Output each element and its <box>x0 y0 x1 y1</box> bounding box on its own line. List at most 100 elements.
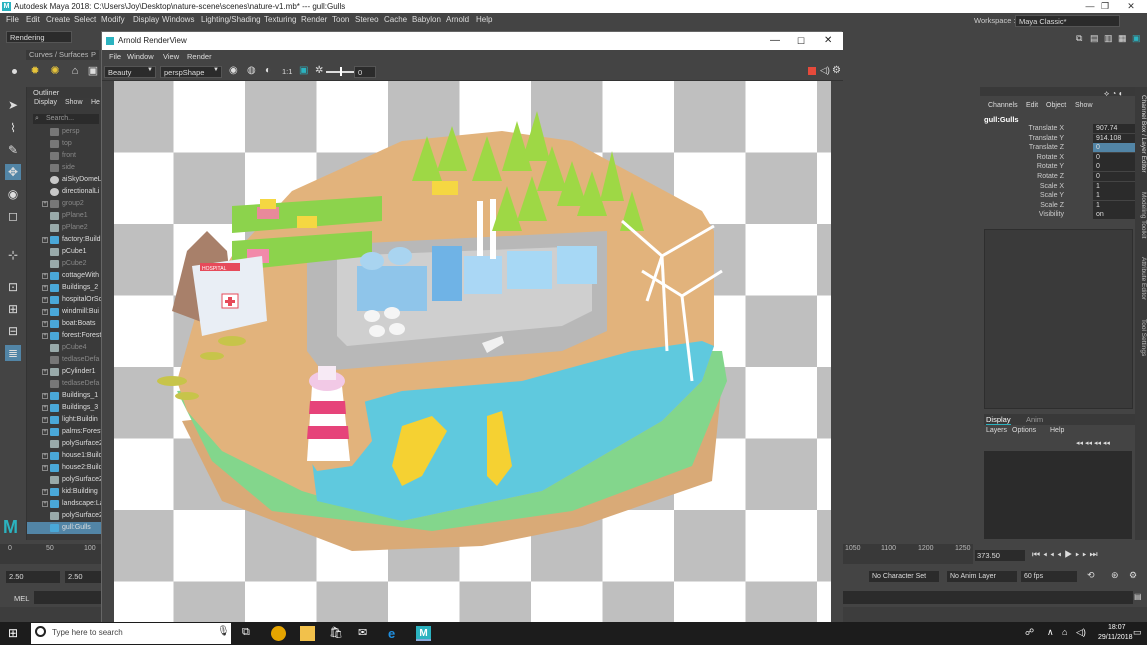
outliner-item[interactable]: + Buildings_2 <box>27 282 101 294</box>
channel-box-icons[interactable]: ⟡ ◔ ◐ <box>1104 89 1123 99</box>
move-tool-icon[interactable]: ✥ <box>5 164 21 180</box>
outliner-item[interactable]: + landscape:La <box>27 498 101 510</box>
channel-row[interactable]: Scale Y 1 <box>980 191 1135 201</box>
channel-row[interactable]: Scale Z 1 <box>980 200 1135 211</box>
render-icon[interactable]: ▣ <box>86 64 100 78</box>
expand-icon[interactable]: + <box>42 417 48 423</box>
outliner-item[interactable]: + hospitalOrSo <box>27 294 101 306</box>
tab-channel-box[interactable]: Channel Box / Layer Editor <box>1135 95 1147 173</box>
fps-select[interactable]: 60 fps <box>1021 571 1077 582</box>
single-view-icon[interactable]: ⊡ <box>5 279 21 295</box>
channel-value[interactable]: 0 <box>1093 162 1135 172</box>
expand-icon[interactable]: + <box>42 393 48 399</box>
renderview-menu-item[interactable]: Window <box>127 52 154 61</box>
maximize-icon[interactable]: ❐ <box>1093 0 1117 13</box>
expand-icon[interactable]: + <box>42 501 48 507</box>
file-explorer-icon[interactable] <box>300 626 315 641</box>
point-light-icon[interactable]: ✹ <box>28 64 42 78</box>
outliner-item[interactable]: + Buildings_1 <box>27 390 101 402</box>
mail-icon[interactable]: ✉ <box>358 626 373 641</box>
channel-row[interactable]: Translate Y 914.108 <box>980 133 1135 144</box>
outliner-search[interactable]: Search... <box>33 114 99 124</box>
channel-row[interactable]: Scale X 1 <box>980 181 1135 192</box>
outliner-item[interactable]: + light:Buildin <box>27 414 101 426</box>
lasso-tool-icon[interactable]: ⌇ <box>5 120 21 136</box>
channel-value[interactable]: 0 <box>1093 172 1135 181</box>
channel-value[interactable]: 1 <box>1093 181 1135 191</box>
outliner-item[interactable]: pCube1 <box>27 246 101 258</box>
expand-icon[interactable]: + <box>42 465 48 471</box>
outliner-item[interactable]: pPlane2 <box>27 222 101 234</box>
render-region-icon[interactable]: ◉ <box>229 65 238 76</box>
outliner-item[interactable]: polySurface2 <box>27 438 101 450</box>
stop-render-icon[interactable] <box>808 67 816 75</box>
taskbar-search[interactable]: Type here to search 🎙 <box>31 623 231 644</box>
outliner-item[interactable]: + cottageWith <box>27 270 101 282</box>
outliner-menu-item[interactable]: He <box>91 99 100 106</box>
maya-taskbar-icon[interactable]: M <box>416 626 431 641</box>
outliner-item[interactable]: + house1:Build <box>27 450 101 462</box>
tab-tool-settings[interactable]: Tool Settings <box>1135 319 1147 356</box>
menu-item[interactable]: Create <box>46 13 70 27</box>
frame-icon[interactable]: ▣ <box>299 65 308 76</box>
four-view-icon[interactable]: ⊞ <box>5 301 21 317</box>
menu-item[interactable]: Display <box>133 13 159 27</box>
outliner-item[interactable]: + kid:Building <box>27 486 101 498</box>
outliner-item[interactable]: + house2:Build <box>27 462 101 474</box>
tray-chevron-icon[interactable]: ∧ <box>1047 627 1054 638</box>
render-canvas[interactable]: HOSPITAL <box>102 81 843 623</box>
layer-menu-item[interactable]: Help <box>1050 427 1064 434</box>
expand-icon[interactable]: + <box>42 321 48 327</box>
outliner-item[interactable]: + boat:Boats <box>27 318 101 330</box>
current-frame-field[interactable]: 373.50 <box>975 550 1025 561</box>
channel-icon[interactable]: ◐ <box>265 65 271 76</box>
windows-start-icon[interactable]: ⊞ <box>8 626 18 640</box>
task-view-icon[interactable]: ⧉ <box>242 626 257 641</box>
outliner-item[interactable]: pCube2 <box>27 258 101 270</box>
ratio-label[interactable]: 1:1 <box>282 67 292 76</box>
expand-icon[interactable]: + <box>42 453 48 459</box>
edge-icon[interactable]: e <box>388 626 403 641</box>
menu-item[interactable]: Arnold <box>446 13 469 27</box>
outliner-item[interactable]: gull:Gulls <box>27 522 101 534</box>
expand-icon[interactable]: + <box>42 489 48 495</box>
outliner-item[interactable]: front <box>27 150 101 162</box>
time-slider-right[interactable]: 1050 1100 1200 1250 <box>843 544 973 564</box>
menu-item[interactable]: Lighting/Shading <box>201 13 261 27</box>
menu-item[interactable]: File <box>6 13 19 27</box>
microphone-icon[interactable]: 🎙 <box>217 626 230 637</box>
channel-row[interactable]: Translate Z 0 <box>980 143 1135 153</box>
snap-tool-icon[interactable]: ⊹ <box>5 247 21 263</box>
channel-row[interactable]: Rotate Z 0 <box>980 172 1135 182</box>
outliner-menu-item[interactable]: Display <box>34 99 57 106</box>
expand-icon[interactable]: + <box>42 405 48 411</box>
expand-icon[interactable]: + <box>42 273 48 279</box>
autokey-icon[interactable]: ⊛ <box>1111 570 1119 581</box>
shelf-options-icon[interactable] <box>12 69 17 74</box>
expand-icon[interactable]: + <box>42 309 48 315</box>
channel-value[interactable]: 1 <box>1093 191 1135 201</box>
outliner-item[interactable]: + forest:Forest <box>27 330 101 342</box>
channel-value[interactable]: 0 <box>1093 143 1135 153</box>
outliner-item[interactable]: + windmill:Bui <box>27 306 101 318</box>
expand-icon[interactable]: + <box>42 297 48 303</box>
ipr-icon[interactable]: ◁) <box>820 65 830 76</box>
command-line-input[interactable] <box>34 591 101 604</box>
people-icon[interactable]: ☍ <box>1025 627 1034 638</box>
channel-row[interactable]: Rotate X 0 <box>980 152 1135 163</box>
menu-item[interactable]: Stereo <box>355 13 379 27</box>
paint-select-icon[interactable]: ✎ <box>5 142 21 158</box>
outliner-item[interactable]: + group2 <box>27 198 101 210</box>
menu-item[interactable]: Cache <box>384 13 407 27</box>
hypershade-icon[interactable]: ▤ <box>1090 33 1099 44</box>
range-start-field[interactable]: 2.50 <box>6 571 60 583</box>
shelf-tab-poly[interactable]: P <box>88 50 100 60</box>
prefs-icon[interactable]: ⚙ <box>1129 570 1137 581</box>
renderview-menu-item[interactable]: Render <box>187 52 212 61</box>
renderview-close-icon[interactable]: ✕ <box>824 32 832 50</box>
shelf-tab-curves[interactable]: Curves / Surfaces <box>26 50 92 60</box>
channel-box-toggle-icon[interactable]: ▣ <box>1132 33 1141 44</box>
scale-tool-icon[interactable]: ◻ <box>5 208 21 224</box>
menu-item[interactable]: Modify <box>101 13 125 27</box>
outliner-item[interactable]: directionalLi <box>27 186 101 198</box>
